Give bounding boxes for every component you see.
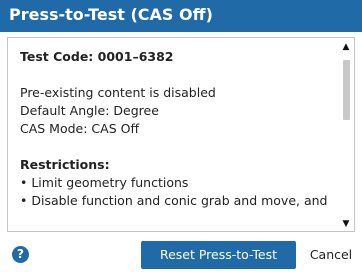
info-line-angle: Default Angle: Degree — [20, 103, 159, 118]
reset-press-to-test-button[interactable]: Reset Press-to-Test — [141, 241, 296, 269]
test-code: Test Code: 0001–6382 — [20, 49, 174, 64]
restrictions-heading: Restrictions: — [20, 157, 110, 172]
content-area: Test Code: 0001–6382 Pre-existing conten… — [20, 48, 338, 232]
restriction-item: • Limit geometry functions — [20, 175, 189, 190]
info-line-content: Pre-existing content is disabled — [20, 85, 216, 100]
dialog-title: Press-to-Test (CAS Off) — [9, 5, 213, 24]
scroll-up-icon[interactable]: ▲ — [340, 42, 352, 52]
content-frame[interactable]: Test Code: 0001–6382 Pre-existing conten… — [7, 37, 355, 232]
restriction-item: • Disable function and conic grab and mo… — [20, 193, 328, 208]
scrollbar-thumb[interactable] — [343, 60, 350, 120]
scroll-down-icon[interactable]: ▼ — [340, 219, 352, 229]
help-icon[interactable]: ? — [12, 246, 29, 263]
dialog-titlebar: Press-to-Test (CAS Off) — [0, 0, 362, 32]
info-line-cas: CAS Mode: CAS Off — [20, 121, 140, 136]
cancel-button[interactable]: Cancel — [305, 241, 357, 269]
press-to-test-dialog: Press-to-Test (CAS Off) Test Code: 0001–… — [0, 0, 362, 272]
dialog-footer: ? Reset Press-to-Test Cancel — [0, 238, 362, 272]
